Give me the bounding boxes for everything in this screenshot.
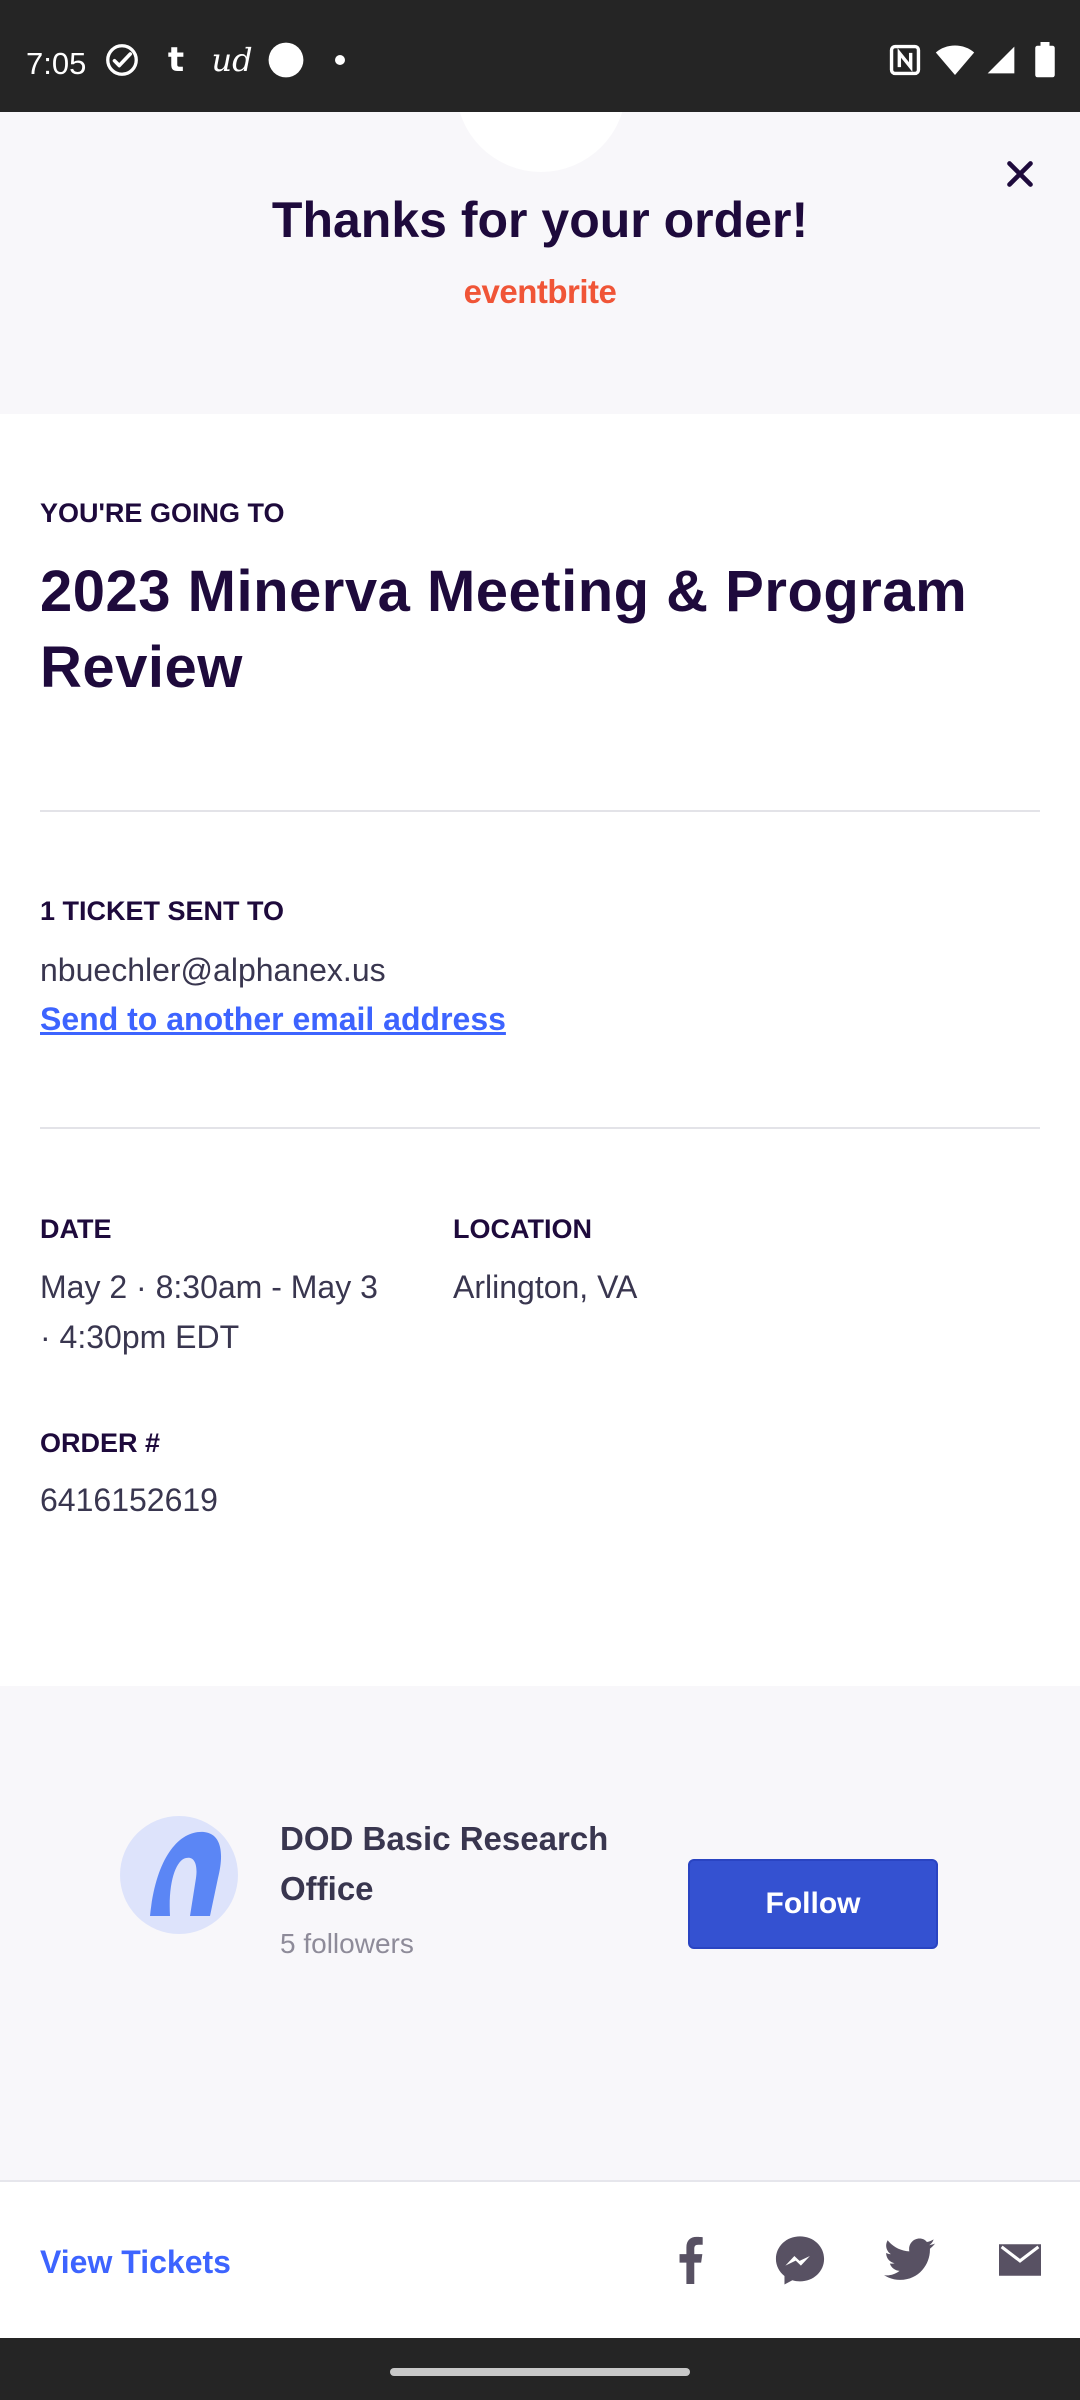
status-bar: 7:05 t ud bbox=[0, 0, 1080, 112]
going-to-label: YOU'RE GOING TO bbox=[40, 498, 285, 528]
wifi-icon bbox=[934, 40, 976, 80]
organizer-name[interactable]: DOD Basic Research Office bbox=[280, 1814, 640, 1914]
nfc-icon bbox=[886, 40, 924, 80]
ud-icon: ud bbox=[211, 41, 253, 79]
date-value: May 2 · 8:30am - May 3 · 4:30pm EDT bbox=[40, 1269, 378, 1355]
order-confirmation-header: Thanks for your order! eventbrite bbox=[0, 112, 1080, 414]
divider bbox=[40, 810, 1040, 812]
divider bbox=[40, 1127, 1040, 1129]
order-number-value: 6416152619 bbox=[40, 1482, 218, 1518]
close-icon bbox=[1007, 161, 1033, 187]
organizer-followers: 5 followers bbox=[280, 1928, 414, 1959]
organizer-section: DOD Basic Research Office 5 followers Fo… bbox=[0, 1686, 1080, 2180]
home-gesture-handle[interactable] bbox=[390, 2368, 690, 2376]
system-navigation-bar bbox=[0, 2338, 1080, 2400]
follow-button[interactable]: Follow bbox=[688, 1859, 938, 1949]
organizer-logo-icon bbox=[150, 1831, 222, 1916]
order-number-label: ORDER # bbox=[40, 1428, 161, 1458]
header-decoration bbox=[456, 112, 626, 172]
bottom-action-bar: View Tickets bbox=[0, 2180, 1080, 2338]
send-another-email-link[interactable]: Send to another email address bbox=[40, 996, 506, 1042]
battery-icon bbox=[1030, 40, 1060, 80]
check-circle-icon bbox=[102, 40, 142, 80]
page-title: Thanks for your order! bbox=[271, 192, 809, 248]
view-tickets-button[interactable]: View Tickets bbox=[40, 2242, 231, 2282]
eventbrite-logo: eventbrite bbox=[463, 273, 617, 310]
status-time: 7:05 bbox=[26, 46, 87, 81]
signal-icon bbox=[984, 40, 1018, 80]
date-label: DATE bbox=[40, 1214, 112, 1244]
facebook-icon[interactable] bbox=[660, 2230, 720, 2290]
location-label: LOCATION bbox=[453, 1214, 592, 1244]
circle-icon bbox=[266, 40, 306, 80]
organizer-avatar[interactable] bbox=[120, 1816, 238, 1934]
location-value: Arlington, VA bbox=[453, 1269, 638, 1305]
email-icon[interactable] bbox=[990, 2230, 1050, 2290]
ticket-sent-label: 1 TICKET SENT TO bbox=[40, 896, 285, 926]
event-title: 2023 Minerva Meeting & Program Review bbox=[40, 559, 968, 700]
dot-icon bbox=[330, 40, 350, 80]
twitter-icon[interactable] bbox=[880, 2230, 940, 2290]
tumblr-icon: t bbox=[167, 40, 185, 80]
ticket-email: nbuechler@alphanex.us bbox=[40, 952, 386, 988]
messenger-icon[interactable] bbox=[770, 2230, 830, 2290]
